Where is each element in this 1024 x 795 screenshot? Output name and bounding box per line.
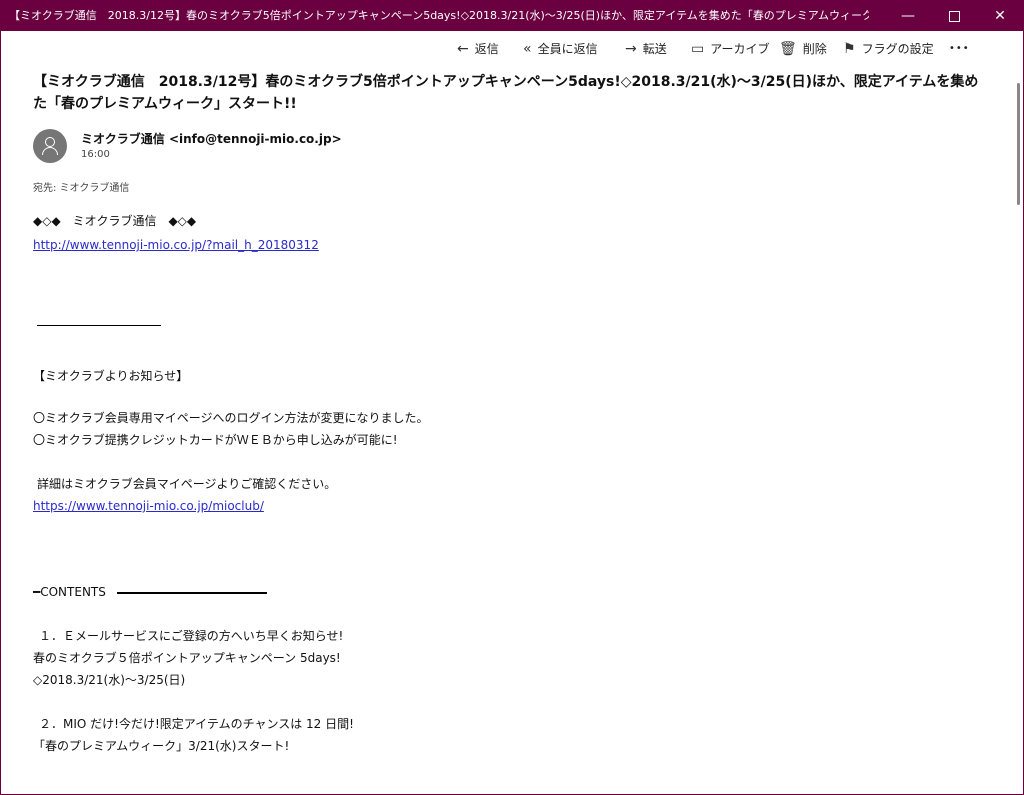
divider-line	[37, 325, 161, 326]
details-text: 詳細はミオクラブ会員マイページよりご確認ください。	[37, 477, 337, 491]
archive-box-icon: ▭	[691, 41, 705, 57]
archive-label: アーカイブ	[710, 42, 770, 56]
reply-all-icon: «	[523, 41, 532, 57]
more-options-button[interactable]: •••	[949, 38, 970, 60]
notice-item-2: 〇ミオクラブ提携クレジットカードがＷＥＢから申し込みが可能に!	[33, 433, 398, 447]
close-button[interactable]: ✕	[977, 1, 1023, 31]
recipient-line: 宛先: ミオクラブ通信	[33, 179, 129, 194]
item2-title: ２．MIO だけ!今だけ!限定アイテムのチャンスは 12 日間!	[39, 717, 354, 731]
trash-icon: 🗑	[779, 41, 797, 57]
reply-button[interactable]: ← 返信	[457, 38, 499, 60]
reply-all-label: 全員に返信	[537, 42, 598, 56]
mail-window: 【ミオクラブ通信 2018.3/12号】春のミオクラブ5倍ポイントアップキャンペ…	[0, 0, 1024, 795]
item2-line2: 「春のプレミアムウィーク」3/21(水)スタート!	[33, 739, 290, 753]
archive-button[interactable]: ▭ アーカイブ	[691, 38, 770, 60]
window-title: 【ミオクラブ通信 2018.3/12号】春のミオクラブ5倍ポイントアップキャンペ…	[9, 9, 869, 22]
notice-heading: 【ミオクラブよりお知らせ】	[33, 369, 189, 383]
mioclub-link[interactable]: https://www.tennoji-mio.co.jp/mioclub/	[33, 497, 264, 515]
person-icon-head	[45, 137, 55, 147]
flag-icon: ⚑	[843, 41, 856, 57]
sender-avatar	[33, 129, 67, 163]
newsletter-link[interactable]: http://www.tennoji-mio.co.jp/?mail_h_201…	[33, 236, 319, 254]
contents-heading: ━CONTENTS	[33, 585, 106, 599]
message-time: 16:00	[81, 149, 110, 160]
sender-name[interactable]: ミオクラブ通信 <info@tennoji-mio.co.jp>	[81, 130, 342, 147]
newsletter-header: ◆◇◆ ミオクラブ通信 ◆◇◆	[33, 214, 197, 228]
forward-button[interactable]: → 転送	[625, 38, 667, 60]
contents-divider	[117, 592, 267, 594]
delete-label: 削除	[802, 42, 827, 56]
vertical-scrollbar[interactable]	[1017, 83, 1020, 205]
minimize-button[interactable]: —	[885, 1, 931, 31]
forward-arrow-icon: →	[625, 41, 637, 57]
notice-item-1: 〇ミオクラブ会員専用マイページへのログイン方法が変更になりました。	[33, 411, 429, 425]
delete-button[interactable]: 🗑 削除	[779, 38, 827, 60]
maximize-button[interactable]	[931, 1, 977, 31]
message-subject: 【ミオクラブ通信 2018.3/12号】春のミオクラブ5倍ポイントアップキャンペ…	[33, 74, 979, 112]
forward-label: 転送	[642, 42, 667, 56]
reply-arrow-icon: ←	[457, 41, 469, 57]
item1-line3: ◇2018.3/21(水)～3/25(日)	[33, 673, 186, 687]
reply-label: 返信	[474, 42, 499, 56]
maximize-icon	[948, 10, 960, 22]
flag-label: フラグの設定	[861, 42, 934, 56]
person-icon-body	[42, 147, 58, 155]
recipient-name[interactable]: ミオクラブ通信	[60, 183, 130, 194]
title-bar: 【ミオクラブ通信 2018.3/12号】春のミオクラブ5倍ポイントアップキャンペ…	[1, 1, 1023, 31]
item1-title: １．Ｅメールサービスにご登録の方へいち早くお知らせ!	[39, 629, 344, 643]
item1-line2: 春のミオクラブ５倍ポイントアップキャンペーン 5days!	[33, 651, 341, 665]
flag-button[interactable]: ⚑ フラグの設定	[843, 38, 934, 60]
to-label: 宛先:	[33, 183, 57, 194]
reply-all-button[interactable]: « 全員に返信	[523, 38, 598, 60]
